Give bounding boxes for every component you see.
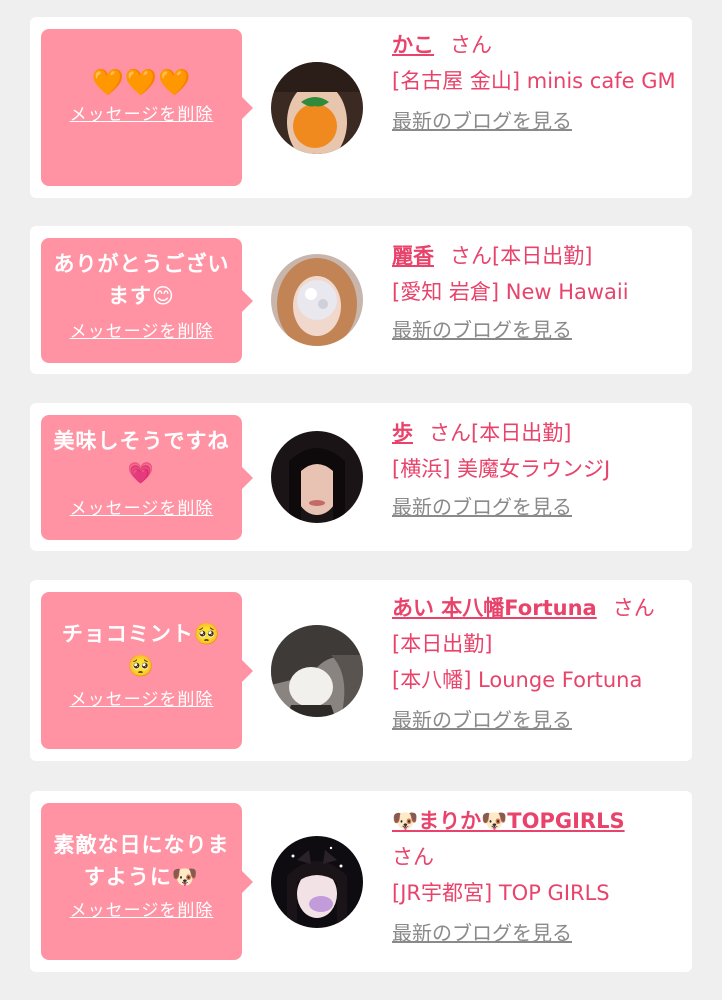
honorific: さん bbox=[429, 421, 471, 445]
shop-name: [JR宇都宮] TOP GIRLS bbox=[392, 881, 610, 905]
sender-info: 歩さん[本日出勤] [横浜] 美魔女ラウンジJ 最新のブログを見る bbox=[392, 415, 684, 521]
shift-badge: [本日出勤] bbox=[471, 421, 572, 445]
latest-blog-link[interactable]: 最新のブログを見る bbox=[392, 316, 684, 344]
honorific: さん bbox=[450, 244, 492, 268]
message-card: チョコミント🥺🥺 メッセージを削除 あい 本八幡Fortuna さん [本日出勤]… bbox=[30, 580, 692, 761]
delete-message-link[interactable]: メッセージを削除 bbox=[70, 322, 214, 342]
sender-name-link[interactable]: あい 本八幡Fortuna bbox=[392, 596, 597, 620]
delete-message-link[interactable]: メッセージを削除 bbox=[70, 690, 214, 710]
latest-blog-link[interactable]: 最新のブログを見る bbox=[392, 493, 684, 521]
message-card: 素敵な日になりますように🐶 メッセージを削除 🐶まりか🐶TOPGIRLS さん … bbox=[30, 791, 692, 972]
message-bubble: チョコミント🥺🥺 メッセージを削除 bbox=[41, 592, 253, 749]
latest-blog-link[interactable]: 最新のブログを見る bbox=[392, 706, 684, 734]
shop-name: [本八幡] Lounge Fortuna bbox=[392, 668, 643, 692]
message-bubble: 美味しそうですね💗 メッセージを削除 bbox=[41, 415, 253, 540]
shop-name: [愛知 岩倉] New Hawaii bbox=[392, 280, 629, 304]
avatar[interactable] bbox=[271, 254, 363, 346]
message-card: 美味しそうですね💗 メッセージを削除 歩さん[本日出勤] [横浜] 美魔女ラウン… bbox=[30, 403, 692, 551]
sender-name-link[interactable]: かこ bbox=[392, 33, 434, 57]
message-bubble: 🧡🧡🧡 メッセージを削除 bbox=[41, 29, 253, 186]
delete-message-link[interactable]: メッセージを削除 bbox=[70, 105, 214, 125]
message-text: ありがとうございます😊 bbox=[53, 252, 230, 308]
message-text: 🧡🧡🧡 bbox=[91, 68, 192, 98]
honorific: さん bbox=[612, 596, 655, 620]
avatar[interactable] bbox=[271, 836, 363, 928]
latest-blog-link[interactable]: 最新のブログを見る bbox=[392, 919, 684, 947]
sender-info: かこ さん [名古屋 金山] minis cafe GM 最新のブログを見る bbox=[392, 27, 684, 135]
message-card: 🧡🧡🧡 メッセージを削除 かこ さん [名古屋 金山] minis cafe GM… bbox=[30, 17, 692, 198]
shop-name: [横浜] 美魔女ラウンジJ bbox=[392, 457, 611, 481]
message-card: ありがとうございます😊 メッセージを削除 麗香 さん[本日出勤] [愛知 岩倉] … bbox=[30, 226, 692, 374]
avatar[interactable] bbox=[271, 431, 363, 523]
sender-name-link[interactable]: 🐶まりか🐶TOPGIRLS bbox=[392, 809, 625, 833]
shop-name: [名古屋 金山] minis cafe GM bbox=[392, 69, 676, 93]
avatar[interactable] bbox=[271, 625, 363, 717]
sender-info: あい 本八幡Fortuna さん [本日出勤] [本八幡] Lounge Fort… bbox=[392, 590, 684, 734]
message-text: 素敵な日になりますように🐶 bbox=[53, 833, 230, 889]
message-bubble: 素敵な日になりますように🐶 メッセージを削除 bbox=[41, 803, 253, 960]
shift-badge: [本日出勤] bbox=[492, 244, 593, 268]
honorific: さん bbox=[450, 33, 492, 57]
sender-name-link[interactable]: 麗香 bbox=[392, 244, 434, 268]
delete-message-link[interactable]: メッセージを削除 bbox=[70, 499, 214, 519]
sender-info: 麗香 さん[本日出勤] [愛知 岩倉] New Hawaii 最新のブログを見る bbox=[392, 238, 684, 344]
sender-name-link[interactable]: 歩 bbox=[392, 421, 413, 445]
message-text: チョコミント🥺🥺 bbox=[61, 622, 222, 678]
message-bubble: ありがとうございます😊 メッセージを削除 bbox=[41, 238, 253, 363]
delete-message-link[interactable]: メッセージを削除 bbox=[70, 901, 214, 921]
message-text: 美味しそうですね💗 bbox=[53, 429, 230, 485]
shift-badge: [本日出勤] bbox=[392, 632, 493, 656]
avatar[interactable] bbox=[271, 62, 363, 154]
sender-info: 🐶まりか🐶TOPGIRLS さん [JR宇都宮] TOP GIRLS 最新のブロ… bbox=[392, 803, 684, 947]
honorific: さん bbox=[392, 845, 434, 869]
latest-blog-link[interactable]: 最新のブログを見る bbox=[392, 107, 684, 135]
